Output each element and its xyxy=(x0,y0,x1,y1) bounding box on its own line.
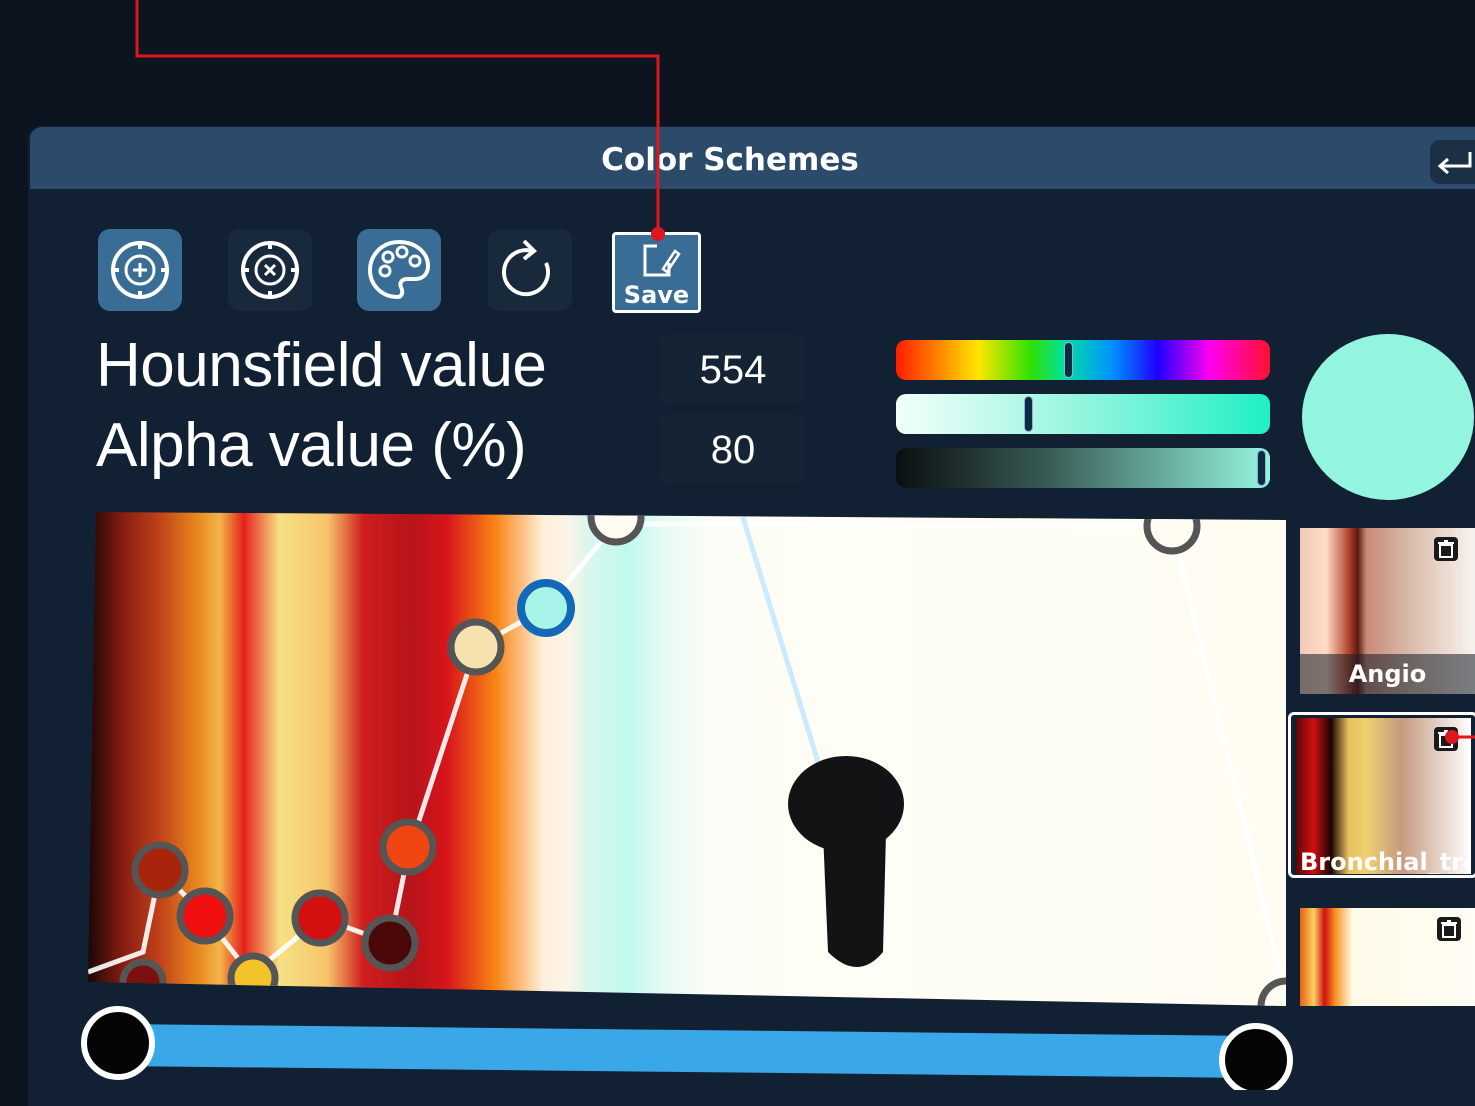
transfer-function-graph[interactable] xyxy=(88,512,1286,1006)
preset-label: Angio xyxy=(1348,660,1427,688)
control-point[interactable] xyxy=(587,512,645,546)
saturation-slider[interactable] xyxy=(896,394,1270,434)
brightness-slider-handle[interactable] xyxy=(1257,450,1267,486)
range-min-handle[interactable] xyxy=(81,1006,155,1080)
preset-third[interactable] xyxy=(1300,908,1475,1006)
selected-control-point[interactable] xyxy=(517,579,575,637)
trash-icon[interactable] xyxy=(1433,726,1459,752)
range-slider[interactable] xyxy=(0,1000,1475,1090)
title-bar: Color Schemes xyxy=(30,127,1475,189)
hue-slider-handle[interactable] xyxy=(1063,342,1073,378)
controller-ray xyxy=(683,512,821,763)
control-point[interactable] xyxy=(361,914,419,972)
hue-slider[interactable] xyxy=(896,340,1270,380)
save-button[interactable]: Save xyxy=(612,232,701,313)
reload-icon xyxy=(502,239,550,297)
control-point[interactable] xyxy=(176,887,234,945)
edit-document-icon xyxy=(643,244,681,277)
alpha-label: Alpha value (%) xyxy=(96,411,527,480)
transfer-function-curve xyxy=(88,512,1286,1006)
hounsfield-label: Hounsfield value xyxy=(96,331,547,400)
selected-color-swatch xyxy=(1302,334,1474,500)
alpha-value-field[interactable]: 80 xyxy=(660,414,806,484)
control-point[interactable] xyxy=(447,618,505,676)
preset-angio[interactable]: Angio xyxy=(1300,528,1475,694)
add-point-button[interactable] xyxy=(98,229,182,311)
back-button[interactable] xyxy=(1430,140,1475,184)
hounsfield-value-field[interactable]: 554 xyxy=(660,334,806,404)
palette-icon xyxy=(367,239,431,300)
trash-icon[interactable] xyxy=(1433,536,1459,562)
control-point[interactable] xyxy=(379,818,437,876)
vr-controller-icon xyxy=(788,756,904,967)
reset-button[interactable] xyxy=(488,229,572,311)
save-label: Save xyxy=(623,281,690,309)
panel-title: Color Schemes xyxy=(601,142,859,178)
brightness-slider[interactable] xyxy=(896,448,1270,488)
target-x-icon xyxy=(241,241,299,299)
saturation-slider-handle[interactable] xyxy=(1023,396,1033,432)
preset-bronchial-tree[interactable]: Bronchial_tree xyxy=(1296,718,1471,874)
palette-button[interactable] xyxy=(357,229,441,311)
trash-icon[interactable] xyxy=(1436,916,1462,942)
range-max-handle[interactable] xyxy=(1219,1023,1293,1090)
target-plus-icon xyxy=(111,241,169,299)
control-point[interactable] xyxy=(131,841,189,899)
return-arrow-icon xyxy=(1437,152,1472,175)
remove-point-button[interactable] xyxy=(228,229,312,311)
control-point[interactable] xyxy=(291,889,349,947)
control-points xyxy=(119,512,1286,1006)
preset-label: Bronchial_tree xyxy=(1300,848,1471,874)
